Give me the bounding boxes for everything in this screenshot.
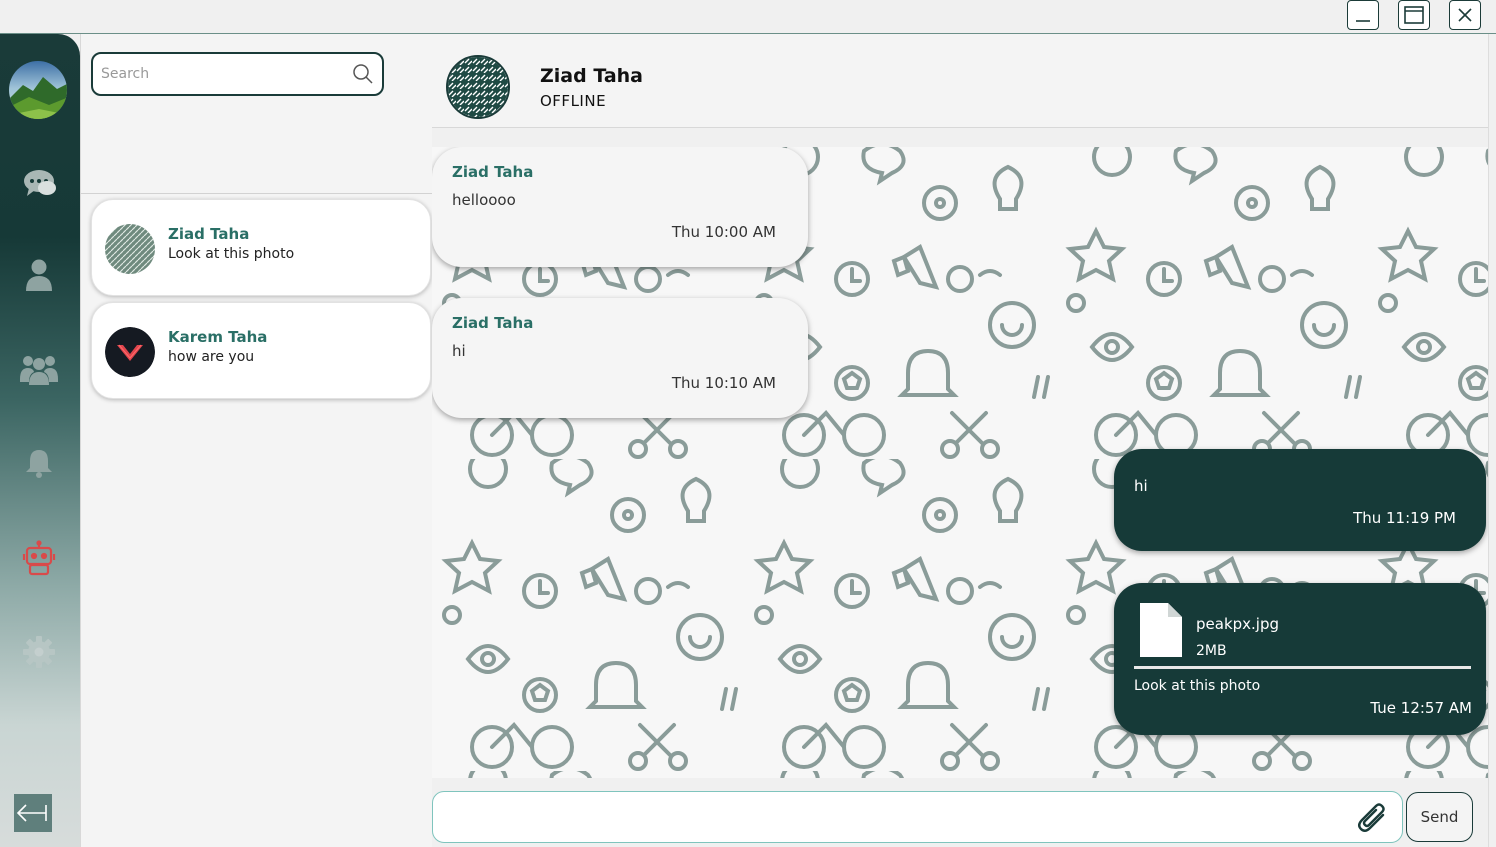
- sidebar-item-chats[interactable]: [18, 162, 60, 204]
- user-icon: [26, 259, 52, 291]
- attach-button[interactable]: [1356, 802, 1390, 836]
- close-button[interactable]: [1449, 0, 1481, 30]
- message-bubble-incoming[interactable]: Ziad Taha helloooo Thu 10:00 AM: [432, 147, 808, 267]
- maximize-icon: [1404, 6, 1424, 24]
- contact-avatar: [105, 224, 155, 274]
- contact-last-message: how are you: [168, 349, 255, 365]
- chat-contact-name: Ziad Taha: [540, 65, 644, 87]
- message-time: Thu 11:19 PM: [1353, 509, 1456, 527]
- message-sender: Ziad Taha: [452, 163, 534, 181]
- title-bar: [0, 0, 1496, 34]
- contact-card[interactable]: Ziad Taha Look at this photo: [91, 199, 431, 296]
- sidebar-item-notifications[interactable]: [18, 442, 60, 484]
- sidebar-item-bot[interactable]: [18, 537, 60, 579]
- message-text: Look at this photo: [1134, 678, 1261, 694]
- chats-icon: [24, 170, 56, 196]
- message-input[interactable]: [443, 802, 1343, 832]
- my-profile-avatar[interactable]: [8, 60, 68, 120]
- contact-card[interactable]: Karem Taha how are you: [91, 302, 431, 399]
- message-sender: Ziad Taha: [452, 314, 534, 332]
- message-composer: [432, 791, 1403, 843]
- robot-icon: [22, 540, 56, 576]
- message-time: Thu 10:10 AM: [671, 374, 776, 392]
- paperclip-icon: [1358, 803, 1385, 832]
- search-icon[interactable]: [352, 63, 374, 85]
- window-edge: [1488, 34, 1496, 847]
- file-name[interactable]: peakpx.jpg: [1196, 615, 1279, 633]
- search-input[interactable]: [101, 62, 341, 86]
- file-icon[interactable]: [1140, 603, 1182, 657]
- contact-avatar: [105, 327, 155, 377]
- message-text: hi: [452, 342, 466, 360]
- message-time: Tue 12:57 AM: [1370, 699, 1472, 717]
- maximize-button[interactable]: [1398, 0, 1430, 30]
- contact-name: Karem Taha: [168, 328, 268, 346]
- message-text: hi: [1134, 477, 1148, 495]
- bell-icon: [26, 450, 52, 478]
- sidebar-item-settings[interactable]: [18, 631, 60, 673]
- minimize-button[interactable]: [1347, 0, 1379, 30]
- message-time: Thu 10:00 AM: [671, 223, 776, 241]
- message-bubble-outgoing[interactable]: hi Thu 11:19 PM: [1114, 449, 1486, 551]
- contacts-panel: Ziad Taha Look at this photo Karem Taha …: [80, 34, 433, 847]
- chat-contact-avatar[interactable]: [446, 55, 510, 119]
- sidebar-item-groups[interactable]: [18, 348, 60, 390]
- message-text: helloooo: [452, 191, 516, 209]
- message-bubble-file[interactable]: peakpx.jpg 2MB Look at this photo Tue 12…: [1114, 583, 1486, 735]
- chat-messages-area[interactable]: Ziad Taha helloooo Thu 10:00 AM Ziad Tah…: [432, 147, 1488, 778]
- divider: [1134, 666, 1471, 669]
- group-icon: [20, 356, 58, 385]
- file-size: 2MB: [1196, 643, 1227, 659]
- chat-contact-status: OFFLINE: [540, 92, 607, 110]
- close-icon: [1458, 8, 1472, 22]
- logout-button[interactable]: [14, 794, 52, 832]
- contact-name: Ziad Taha: [168, 225, 250, 243]
- chat-header: Ziad Taha OFFLINE: [432, 34, 1488, 128]
- logout-arrow-icon: [16, 804, 47, 822]
- minimize-icon: [1356, 20, 1370, 22]
- message-bubble-incoming[interactable]: Ziad Taha hi Thu 10:10 AM: [432, 298, 808, 418]
- contact-last-message: Look at this photo: [168, 246, 295, 262]
- search-box: [91, 52, 384, 96]
- gear-icon: [23, 636, 55, 668]
- divider: [81, 193, 433, 194]
- sidebar: [0, 34, 80, 847]
- send-button[interactable]: Send: [1406, 792, 1473, 842]
- sidebar-item-profile[interactable]: [18, 254, 60, 296]
